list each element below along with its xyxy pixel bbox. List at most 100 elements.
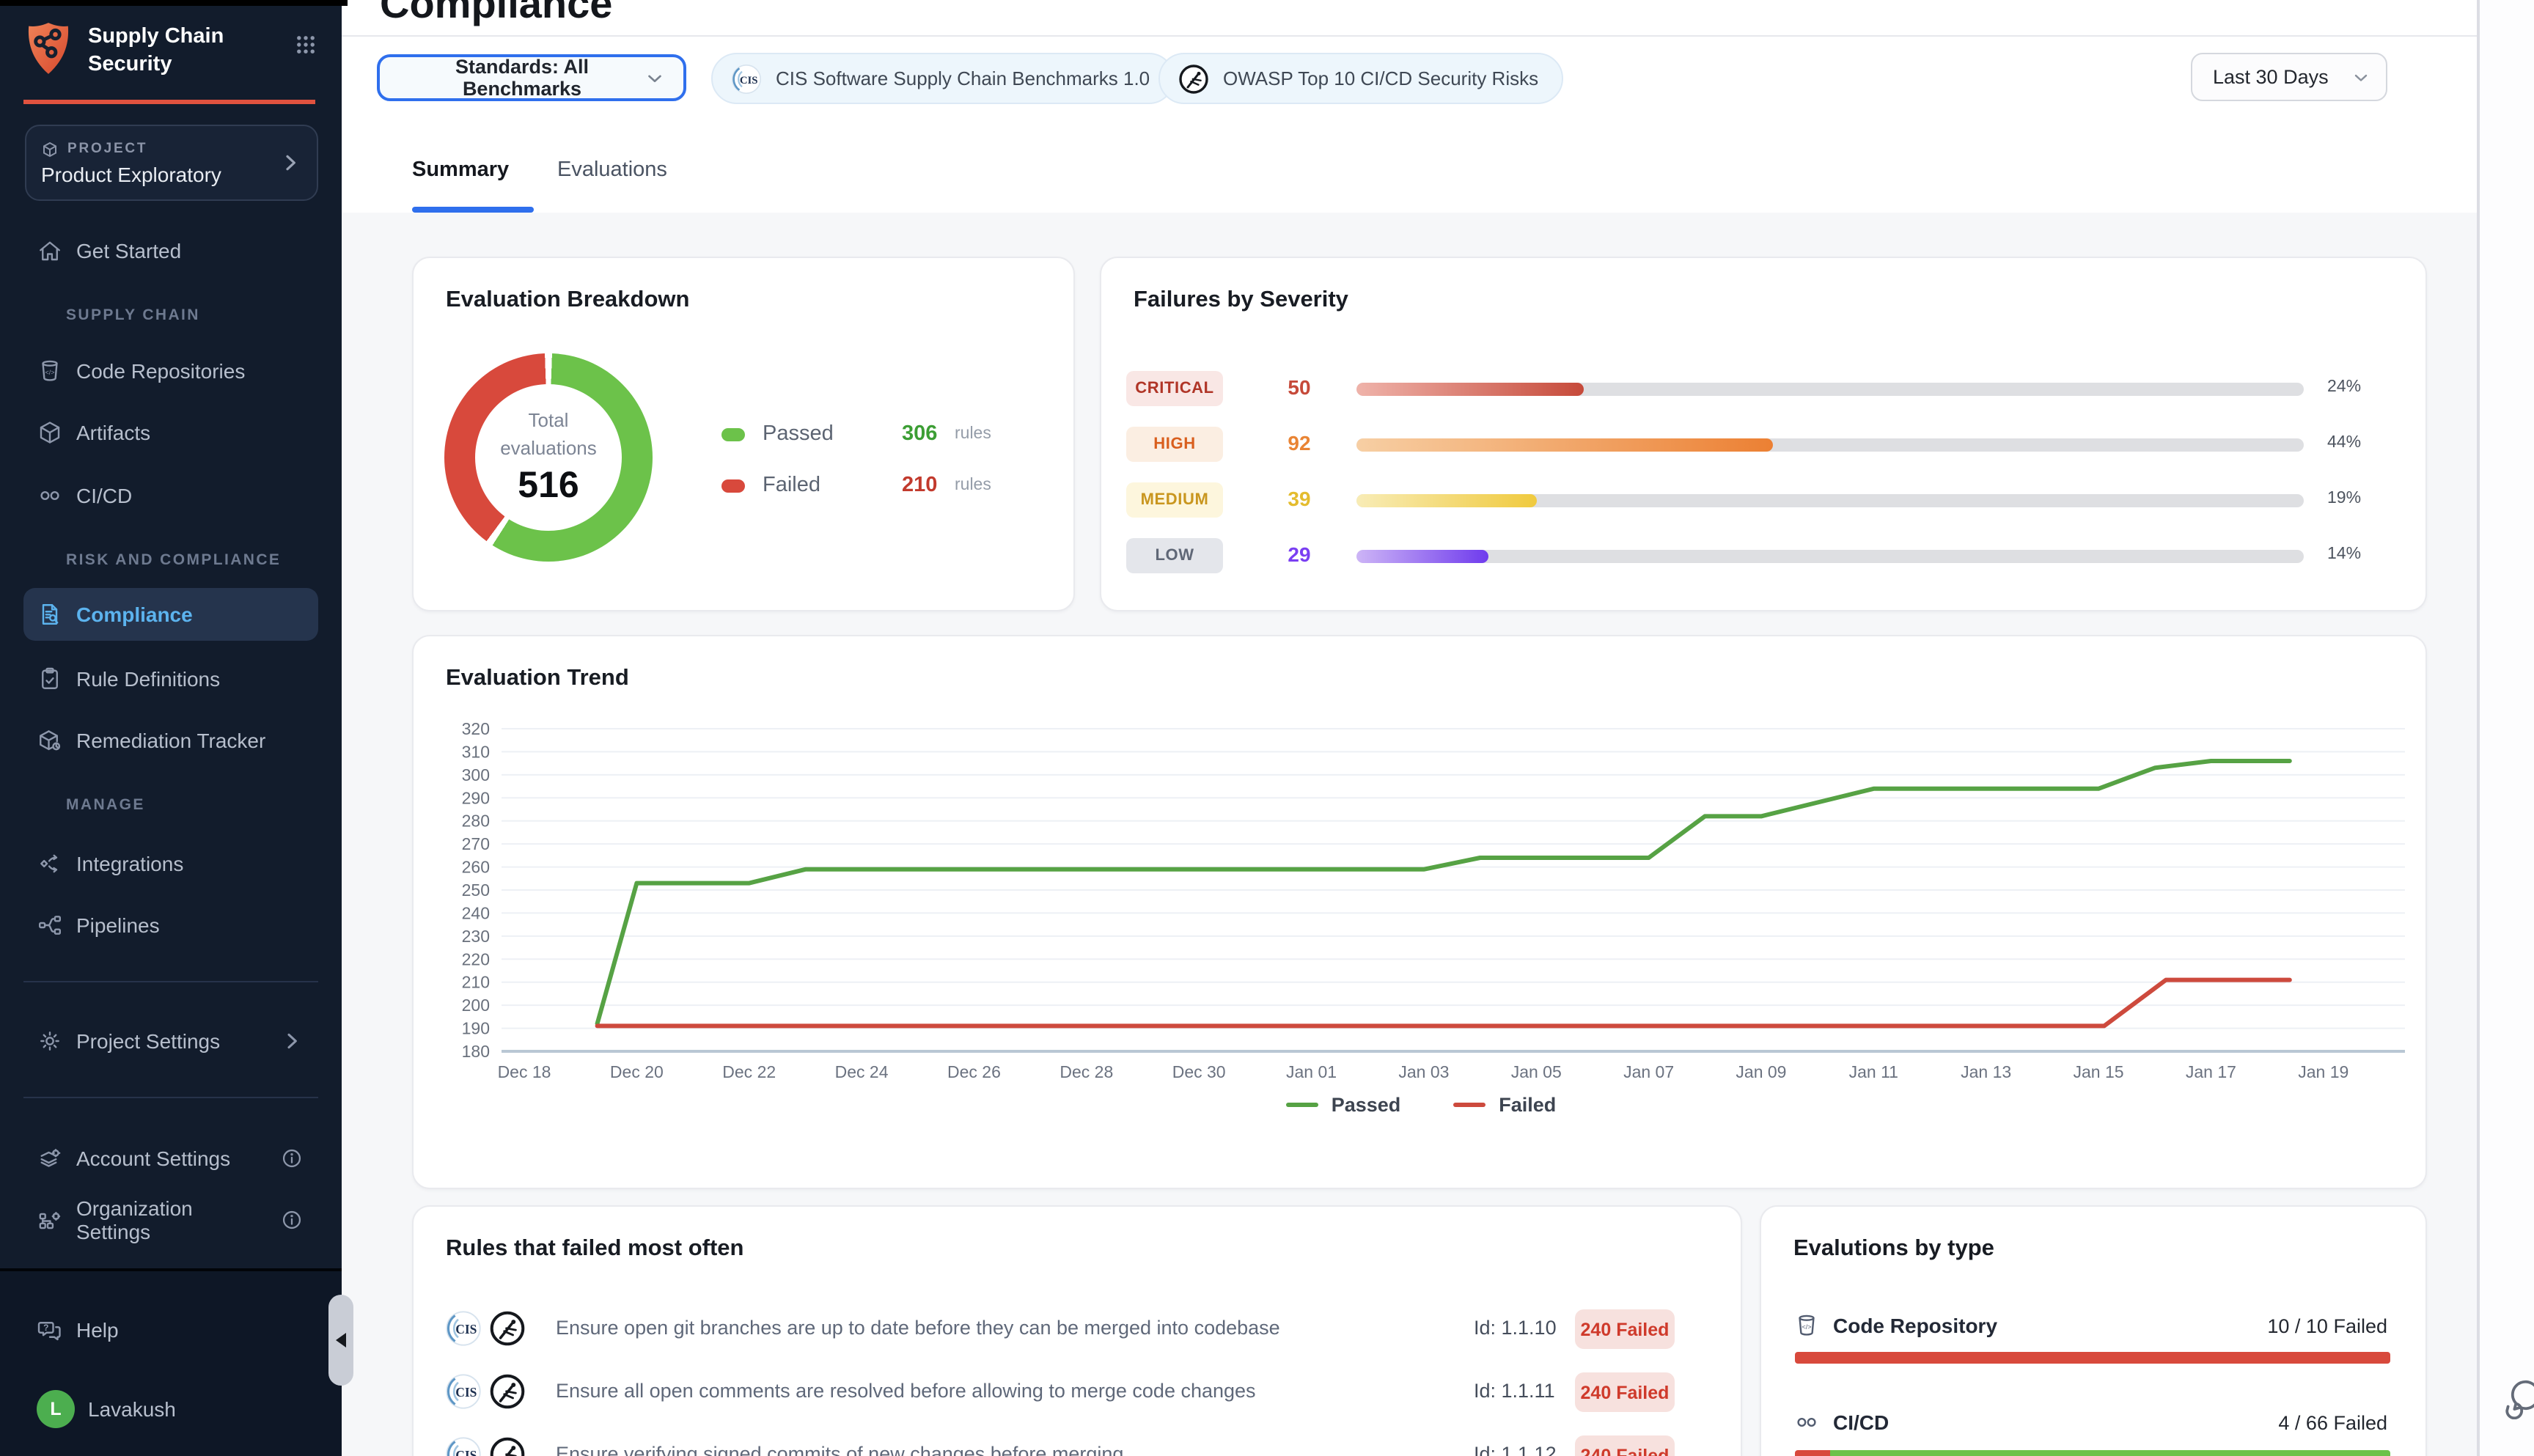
severity-count: 50 [1260,375,1339,399]
cis-logo-icon: CIS [444,1435,482,1456]
severity-percent: 14% [2327,545,2361,563]
severity-count: 39 [1260,487,1339,510]
sidebar-item-ci-cd[interactable]: CI/CD [23,469,318,522]
sidebar-item-pipelines[interactable]: Pipelines [23,899,318,952]
sidebar-item-label: Help [76,1318,119,1342]
chat-launcher-icon[interactable] [2500,1375,2534,1419]
gear-icon [37,1028,63,1054]
scrollbar-gutter[interactable] [2480,0,2534,1456]
sidebar-divider [23,1097,318,1098]
chip-label: CIS Software Supply Chain Benchmarks 1.0 [776,67,1150,89]
passed-swatch [721,427,745,441]
svg-text:Dec 20: Dec 20 [610,1062,664,1081]
trend-legend: Passed Failed [414,1094,2428,1116]
severity-count: 29 [1260,543,1339,566]
svg-text:CIS: CIS [455,1385,477,1400]
svg-text:Jan 07: Jan 07 [1623,1062,1674,1081]
svg-text:CIS: CIS [455,1322,477,1336]
active-tab-indicator [412,207,534,212]
date-range-dropdown[interactable]: Last 30 Days [2191,53,2387,101]
type-bar [1795,1352,2390,1364]
card-title: Rules that failed most often [446,1236,744,1262]
layers-gear-icon [37,1145,63,1172]
severity-percent: 19% [2327,490,2361,507]
sidebar-user[interactable]: L Lavakush [23,1383,318,1435]
sidebar-item-rule-definitions[interactable]: Rule Definitions [23,652,318,705]
benchmark-chip-cis[interactable]: CIS CIS Software Supply Chain Benchmarks… [711,53,1175,104]
svg-text:Jan 13: Jan 13 [1961,1062,2011,1081]
standards-dropdown[interactable]: Standards: All Benchmarks [377,54,686,101]
project-selector[interactable]: PROJECT Product Exploratory [25,125,318,201]
svg-text:250: 250 [462,880,490,900]
legend-item-passed[interactable]: Passed 306 rules [721,416,1059,452]
passed-count: 306 [902,422,937,446]
avatar: L [37,1390,75,1428]
svg-text:320: 320 [462,719,490,738]
page-title: Compliance [380,0,612,28]
svg-text:Jan 19: Jan 19 [2298,1062,2348,1081]
sidebar-item-label: Rule Definitions [76,667,220,691]
card-failures-by-severity: Failures by Severity CRITICAL5024%HIGH92… [1100,257,2427,611]
svg-text:270: 270 [462,834,490,853]
sidebar-item-help[interactable]: ? Help [23,1304,318,1356]
sidebar-item-organization-settings[interactable]: Organization Settings [23,1194,318,1246]
severity-row-low: LOW2914% [1101,538,2428,573]
legend-item-failed[interactable]: Failed [1453,1094,1556,1116]
sidebar-item-get-started[interactable]: Get Started [23,224,318,277]
compliance-doc-icon [37,601,63,628]
legend-item-failed[interactable]: Failed 210 rules [721,468,1059,503]
sidebar-footer: ? Help L Lavakush [0,1268,342,1456]
sidebar-section-label: SUPPLY CHAIN [66,306,200,324]
clipboard-check-icon [37,666,63,692]
rule-id: Id: 1.1.11 [1474,1380,1555,1402]
chevron-right-icon [279,151,302,174]
tab-summary[interactable]: Summary [412,158,509,182]
severity-bar [1356,494,2304,507]
rule-id: Id: 1.1.10 [1474,1317,1557,1339]
card-title: Evalutions by type [1793,1236,1994,1262]
sidebar-item-artifacts[interactable]: Artifacts [23,406,318,459]
legend-item-passed[interactable]: Passed [1286,1094,1401,1116]
sidebar-item-remediation-tracker[interactable]: Remediation Tracker [23,714,318,767]
owasp-logo-icon [482,1372,526,1411]
rule-row[interactable]: CISEnsure verifying signed commits of ne… [414,1433,1744,1456]
svg-text:Jan 09: Jan 09 [1736,1062,1786,1081]
svg-text:Dec 18: Dec 18 [498,1062,551,1081]
type-label: CI/CD [1833,1411,1889,1434]
svg-text:Dec 24: Dec 24 [835,1062,889,1081]
sidebar-collapse-handle[interactable] [328,1295,353,1386]
rule-row[interactable]: CISEnsure all open comments are resolved… [414,1369,1744,1419]
svg-text:180: 180 [462,1042,490,1061]
app-logo-shield-icon [23,21,73,76]
apps-grid-icon[interactable] [293,32,318,57]
svg-text:Jan 15: Jan 15 [2074,1062,2124,1081]
info-icon [280,1208,304,1232]
sidebar-item-code-repositories[interactable]: </>Code Repositories [23,345,318,397]
sidebar-item-label: CI/CD [76,484,132,507]
svg-text:Jan 17: Jan 17 [2186,1062,2236,1081]
card-title: Evaluation Trend [446,666,629,692]
repo-icon: </> [1793,1312,1820,1339]
severity-bar [1356,438,2304,452]
box-wrench-icon [37,727,63,754]
sidebar-item-account-settings[interactable]: Account Settings [23,1132,318,1185]
severity-bar [1356,550,2304,563]
severity-row-critical: CRITICAL 50 24% [1101,371,2428,406]
rule-id: Id: 1.1.12 [1474,1443,1557,1456]
cube-icon [37,419,63,446]
rule-row[interactable]: CISEnsure open git branches are up to da… [414,1306,1744,1356]
tab-evaluations[interactable]: Evaluations [557,158,667,182]
content-right-border [2477,0,2480,1456]
sidebar-item-compliance[interactable]: Compliance [23,588,318,641]
severity-percent: 24% [2327,378,2361,396]
total-evaluations-value: 516 [518,466,579,508]
chevron-down-icon [644,67,666,89]
sidebar-item-project-settings[interactable]: Project Settings [23,1015,318,1067]
severity-badge: CRITICAL [1126,371,1223,406]
sidebar-item-integrations[interactable]: Integrations [23,837,318,890]
infinity-icon [1793,1409,1820,1435]
infinity-icon [37,482,63,509]
card-title: Evaluation Breakdown [446,287,689,314]
rule-failed-badge: 240 Failed [1575,1309,1675,1349]
benchmark-chip-owasp[interactable]: OWASP Top 10 CI/CD Security Risks [1158,53,1563,104]
